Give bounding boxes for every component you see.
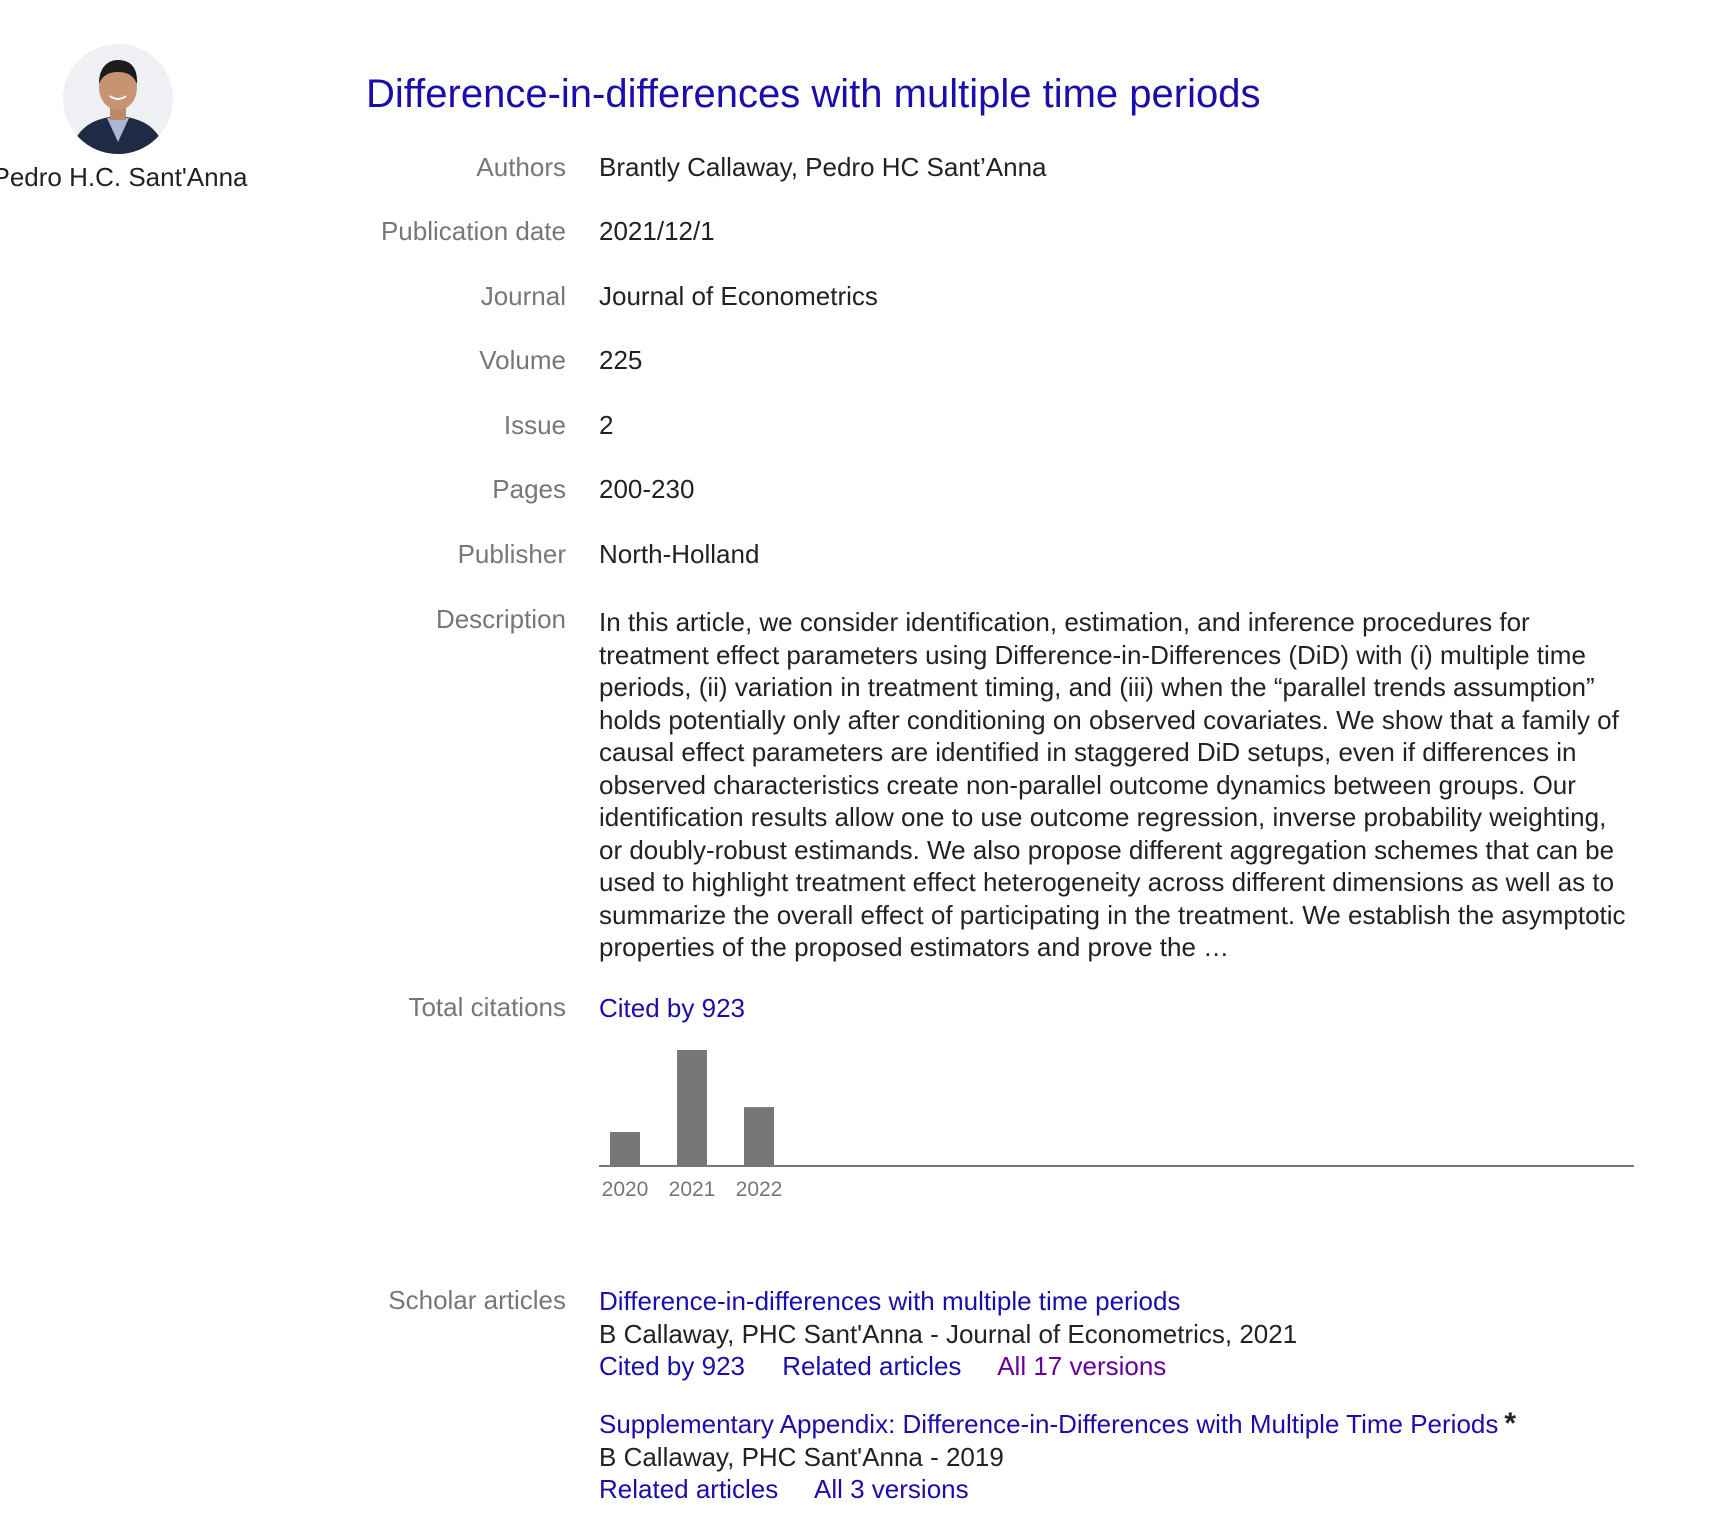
citation-bar-2022[interactable] [744,1107,774,1166]
publisher-value: North-Holland [599,539,760,569]
issue-value: 2 [599,410,614,440]
all-versions-link[interactable]: All 3 versions [814,1474,969,1504]
related-articles-link[interactable]: Related articles [782,1351,961,1381]
scholar-article-1: Difference-in-differences with multiple … [599,1285,1297,1383]
scholar-article-links: Cited by 923 Related articles All 17 ver… [599,1350,1297,1383]
citations-chart-svg: 2020 2021 2022 [599,1050,1634,1201]
publisher-label: Publisher [457,539,566,569]
publication-date-label: Publication date [380,216,566,246]
pages-label: Pages [492,474,566,504]
scholar-article-meta: B Callaway, PHC Sant'Anna - Journal of E… [599,1318,1298,1349]
chart-year-label: 2020 [602,1178,649,1201]
issue-label: Issue [503,410,566,440]
scholar-cited-by-link[interactable]: Cited by 923 [599,1351,745,1381]
authors-label: Authors [476,152,566,182]
total-citations-label: Total citations [408,992,566,1022]
journal-value: Journal of Econometrics [599,281,878,311]
pages-value: 200-230 [599,474,695,504]
citation-bar-2021[interactable] [677,1050,707,1166]
chart-year-label: 2021 [669,1178,716,1201]
description-label: Description [435,604,566,634]
scholar-articles-label: Scholar articles [388,1285,566,1315]
article-title-link[interactable]: Difference-in-differences with multiple … [366,72,1260,117]
cited-by-link[interactable]: Cited by 923 [599,993,745,1024]
scholar-article-2: Supplementary Appendix: Difference-in-Di… [599,1407,1517,1506]
scholar-article-title-link[interactable]: Supplementary Appendix: Difference-in-Di… [599,1409,1498,1439]
related-articles-link[interactable]: Related articles [599,1474,778,1504]
author-name: Pedro H.C. Sant'Anna [0,162,248,192]
description-text: In this article, we consider identificat… [599,607,1626,962]
chart-year-label: 2022 [736,1178,783,1201]
author-avatar[interactable] [63,44,173,154]
scholar-article-links: Related articles All 3 versions [599,1473,1516,1506]
scholar-article-title-link[interactable]: Difference-in-differences with multiple … [599,1285,1297,1318]
star-icon: * [1504,1407,1517,1440]
authors-value: Brantly Callaway, Pedro HC Sant’Anna [599,152,1047,182]
volume-value: 225 [599,345,643,375]
journal-label: Journal [480,281,566,311]
citations-chart: 2020 2021 2022 [599,1040,1639,1210]
person-photo-icon [63,44,173,154]
scholar-article-meta: B Callaway, PHC Sant'Anna - 2019 [599,1441,1004,1472]
volume-label: Volume [479,345,566,375]
publication-date-value: 2021/12/1 [599,216,715,246]
all-versions-link[interactable]: All 17 versions [997,1351,1166,1381]
citation-bar-2020[interactable] [610,1132,640,1166]
